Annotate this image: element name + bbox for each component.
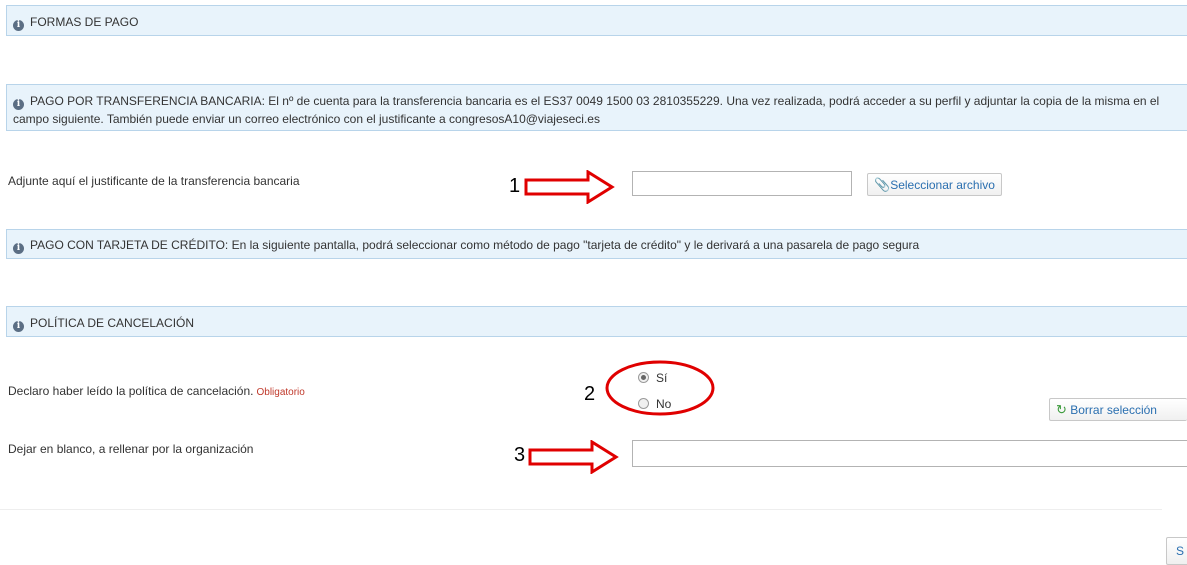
select-file-button[interactable]: 📎Seleccionar archivo bbox=[867, 173, 1002, 196]
blank-field-label: Dejar en blanco, a rellenar por la organ… bbox=[8, 442, 254, 456]
annotation-number-3: 3 bbox=[514, 444, 526, 466]
info-icon: i bbox=[13, 20, 24, 31]
required-badge: Obligatorio bbox=[256, 387, 305, 398]
clear-selection-button[interactable]: ↻ Borrar selección bbox=[1049, 398, 1187, 421]
refresh-icon: ↻ bbox=[1056, 402, 1067, 417]
annotation-number-1: 1 bbox=[509, 175, 521, 197]
radio-yes[interactable]: Sí bbox=[638, 371, 667, 385]
bottom-button[interactable]: S bbox=[1166, 537, 1187, 565]
radio-no-control[interactable] bbox=[638, 398, 649, 409]
paperclip-icon: 📎 bbox=[874, 177, 891, 192]
annotation-arrow-1 bbox=[524, 170, 615, 204]
info-icon: i bbox=[13, 321, 24, 332]
divider bbox=[0, 509, 1162, 510]
bottom-button-label: S bbox=[1176, 544, 1185, 558]
organization-input[interactable] bbox=[632, 440, 1187, 467]
select-file-label: Seleccionar archivo bbox=[890, 178, 995, 192]
radio-no[interactable]: No bbox=[638, 397, 671, 411]
annotation-arrow-3 bbox=[528, 440, 619, 474]
info-icon: i bbox=[13, 99, 24, 110]
section-tarjeta: i PAGO CON TARJETA DE CRÉDITO: En la sigu… bbox=[6, 229, 1187, 259]
section-title-formas-de-pago: FORMAS DE PAGO bbox=[30, 15, 139, 29]
declaro-label: Declaro haber leído la política de cance… bbox=[8, 384, 305, 398]
section-title-cancelacion: POLÍTICA DE CANCELACIÓN bbox=[30, 316, 195, 330]
tarjeta-text: PAGO CON TARJETA DE CRÉDITO: En la sigui… bbox=[30, 238, 920, 252]
info-icon: i bbox=[13, 243, 24, 254]
clear-selection-label: Borrar selección bbox=[1070, 403, 1157, 417]
section-formas-de-pago: i FORMAS DE PAGO bbox=[6, 5, 1187, 36]
annotation-number-2: 2 bbox=[584, 383, 596, 405]
section-transferencia: i PAGO POR TRANSFERENCIA BANCARIA: El nº … bbox=[6, 84, 1187, 131]
radio-no-label: No bbox=[656, 397, 672, 411]
section-cancelacion: i POLÍTICA DE CANCELACIÓN bbox=[6, 306, 1187, 337]
radio-yes-label: Sí bbox=[656, 371, 668, 385]
declaro-text: Declaro haber leído la política de cance… bbox=[8, 384, 254, 398]
justificante-label: Adjunte aquí el justificante de la trans… bbox=[8, 174, 300, 188]
file-path-input[interactable] bbox=[632, 171, 852, 196]
transferencia-text: PAGO POR TRANSFERENCIA BANCARIA: El nº d… bbox=[13, 94, 1160, 126]
radio-yes-control[interactable] bbox=[638, 372, 649, 383]
